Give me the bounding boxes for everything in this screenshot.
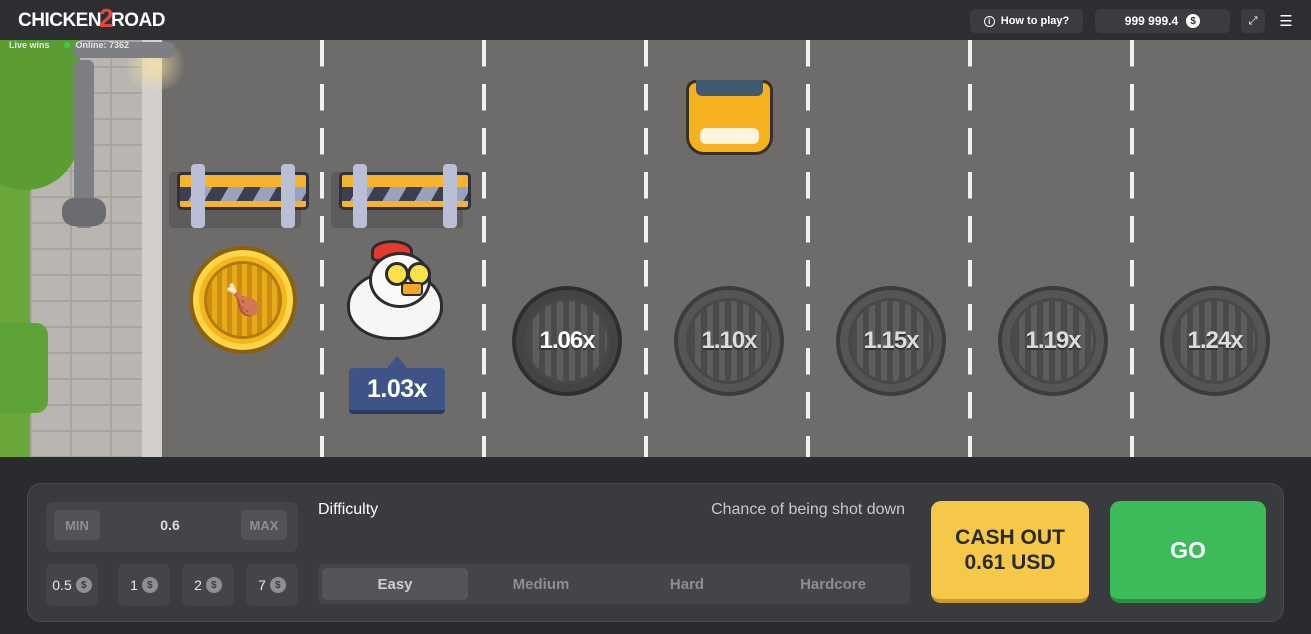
fullscreen-icon[interactable]: ⤢ [1241,9,1265,33]
lane-manhole[interactable]: 1.19x [998,286,1108,396]
menu-icon[interactable]: ☰ [1276,9,1296,33]
difficulty-hard[interactable]: Hard [614,568,760,600]
currency-icon: $ [1186,14,1201,28]
game-logo: CHICKEN 2 ROAD [18,2,165,33]
quick-bet-button[interactable]: 0.5 $ [46,564,98,606]
bush [0,323,48,413]
max-bet-button[interactable]: MAX [241,510,287,540]
lane-manhole[interactable]: 1.06x [512,286,622,396]
curb [142,40,162,457]
dollar-icon: $ [141,577,158,593]
balance-value: 999 999.4 [1124,14,1179,28]
lane-manhole[interactable]: 1.24x [1160,286,1270,396]
lane-manhole[interactable]: 1.15x [836,286,946,396]
info-icon: i [983,15,995,27]
start-coin: 🍗 [189,246,297,354]
dollar-icon: $ [269,577,286,593]
dollar-icon: $ [75,577,92,593]
quick-bet-button[interactable]: 2 $ [182,564,234,606]
chance-label: Chance of being shot down [711,501,905,518]
lane-manhole[interactable]: 1.10x [674,286,784,396]
cash-out-button[interactable]: CASH OUT 0.61 USD [931,501,1089,603]
tree [0,40,80,190]
quick-bet-button[interactable]: 7 $ [246,564,298,606]
balance-display: 999 999.4 $ [1095,9,1230,33]
street-lamp-base [62,198,106,226]
chicken-player [345,240,445,340]
difficulty-selector: Easy Medium Hard Hardcore [318,564,910,604]
lane-divider [644,40,648,457]
top-bar: CHICKEN 2 ROAD i How to play? 999 999.4 … [0,0,1311,40]
road-barrier [169,164,309,228]
difficulty-medium[interactable]: Medium [468,568,614,600]
quick-bet-button[interactable]: 1 $ [118,564,170,606]
online-dot-icon [63,42,70,48]
lane-divider [968,40,972,457]
lane-divider [320,40,324,457]
lane-divider [482,40,486,457]
how-to-play-button[interactable]: i How to play? [970,9,1083,33]
difficulty-label: Difficulty [318,501,379,518]
live-stats: Live wins Online: 7362 [0,40,129,57]
yellow-car [686,80,773,155]
live-wins-label[interactable]: Live wins [9,40,50,57]
dollar-icon: $ [205,577,222,593]
difficulty-easy[interactable]: Easy [322,568,468,600]
bet-amount-input[interactable]: 0.6 [120,510,220,540]
roast-chicken-icon: 🍗 [204,261,282,339]
online-count: Online: 7362 [63,40,129,57]
road-barrier [331,164,471,228]
go-button[interactable]: GO [1110,501,1266,603]
difficulty-hardcore[interactable]: Hardcore [760,568,906,600]
lane-divider [1130,40,1134,457]
lane-divider [806,40,810,457]
min-bet-button[interactable]: MIN [54,510,100,540]
current-multiplier-tag: 1.03x [349,356,445,414]
game-field: 🍗 1.06x 1.10x 1.15x 1.19x 1.24x [0,40,1311,457]
